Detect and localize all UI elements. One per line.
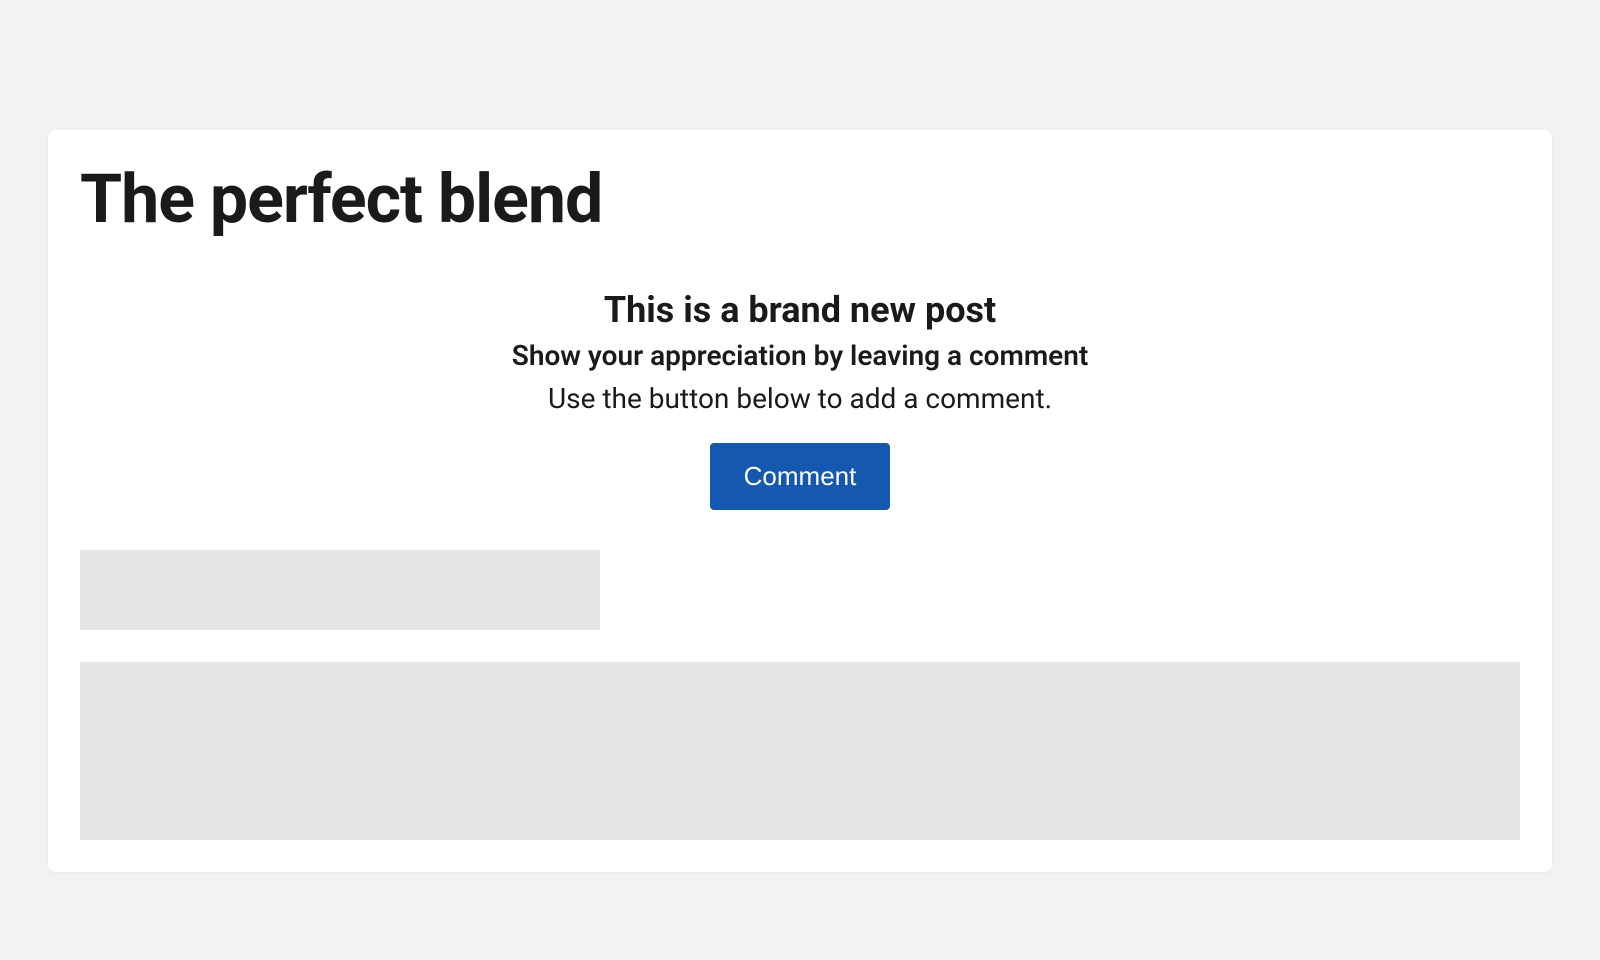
comment-button[interactable]: Comment (710, 443, 891, 510)
empty-subheading: Show your appreciation by leaving a comm… (80, 339, 1520, 372)
page-title: The perfect blend (80, 162, 1520, 237)
empty-heading: This is a brand new post (80, 289, 1520, 331)
empty-description: Use the button below to add a comment. (80, 382, 1520, 415)
skeleton-block (80, 662, 1520, 840)
empty-state: This is a brand new post Show your appre… (80, 289, 1520, 510)
skeleton-bar (80, 550, 600, 630)
post-card: The perfect blend This is a brand new po… (48, 130, 1552, 872)
